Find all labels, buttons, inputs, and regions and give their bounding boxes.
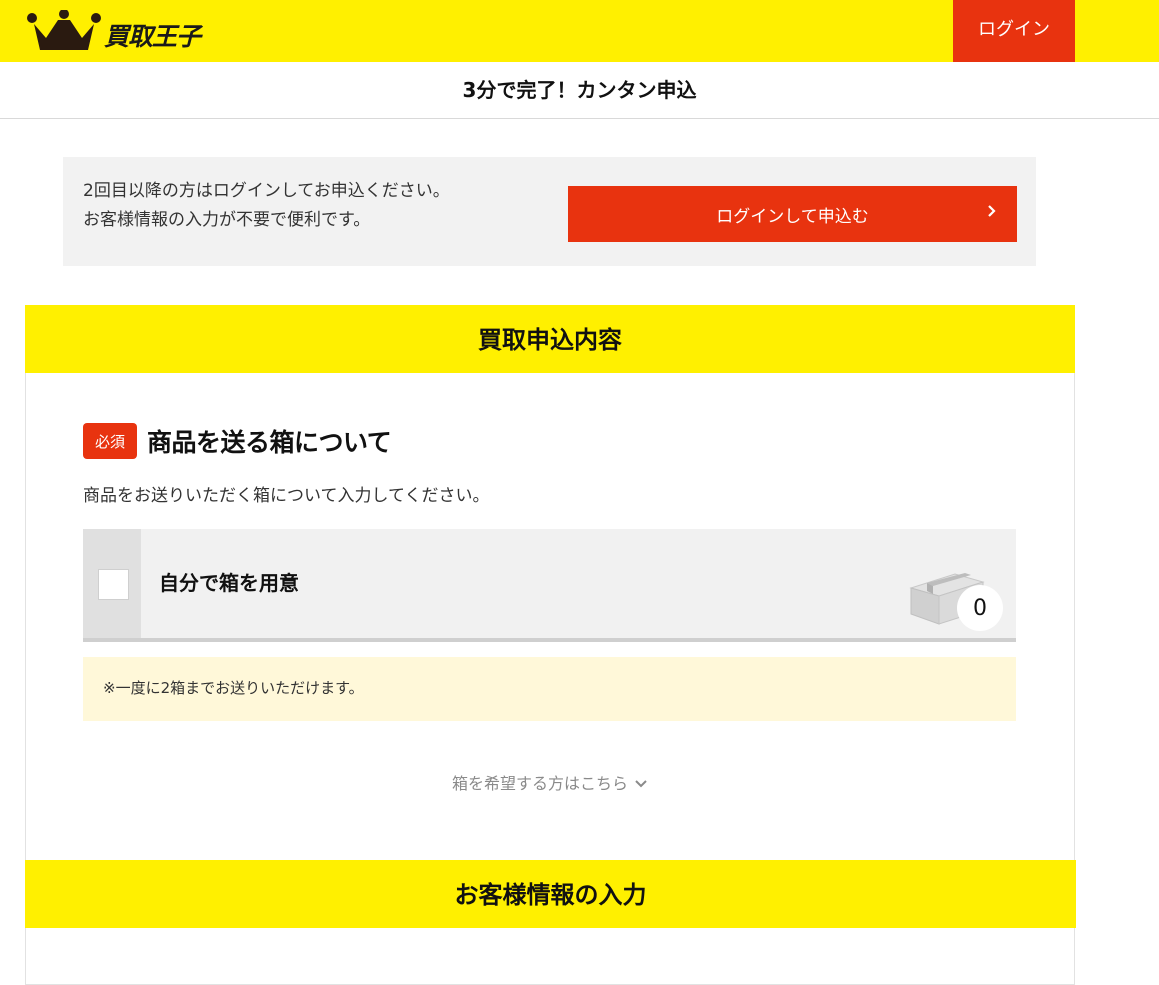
required-badge: 必須 xyxy=(83,423,137,459)
request-box-link[interactable]: 箱を希望する方はこちら xyxy=(0,770,1100,794)
own-box-option[interactable]: 自分で箱を用意 0 xyxy=(83,529,1016,642)
box-section-description: 商品をお送りいただく箱について入力してください。 xyxy=(83,486,490,506)
crown-icon xyxy=(27,10,101,50)
login-button[interactable]: ログイン xyxy=(953,0,1075,62)
box-section-title-row: 必須 商品を送る箱について xyxy=(83,423,392,459)
option-checkbox-area xyxy=(83,529,141,638)
login-prompt-line1: 2回目以降の方はログインしてお申込ください。 xyxy=(83,181,450,201)
chevron-down-icon xyxy=(634,774,648,793)
site-logo[interactable]: 買取王子 xyxy=(26,10,201,54)
login-prompt-text: 2回目以降の方はログインしてお申込ください。 お客様情報の入力が不要で便利です。 xyxy=(83,177,450,235)
section-heading-customer-info: お客様情報の入力 xyxy=(25,860,1076,928)
page-title: 3分で完了！カンタン申込 xyxy=(0,62,1159,119)
own-box-label: 自分で箱を用意 xyxy=(159,571,299,595)
login-prompt-line2: お客様情報の入力が不要で便利です。 xyxy=(83,210,371,230)
request-box-link-text: 箱を希望する方はこちら xyxy=(451,774,628,793)
login-and-apply-button[interactable]: ログインして申込む xyxy=(568,186,1017,242)
box-limit-note: ※一度に2箱までお送りいただけます。 xyxy=(83,657,1016,721)
login-prompt-box: 2回目以降の方はログインしてお申込ください。 お客様情報の入力が不要で便利です。… xyxy=(63,157,1036,266)
chevron-right-icon xyxy=(987,203,997,222)
logo-text: 買取王子 xyxy=(104,22,201,51)
login-and-apply-label: ログインして申込む xyxy=(716,206,869,227)
box-count: 0 xyxy=(957,585,1003,631)
site-header: 買取王子 ログイン xyxy=(0,0,1159,62)
own-box-checkbox[interactable] xyxy=(98,569,129,600)
box-section-title: 商品を送る箱について xyxy=(147,428,392,457)
section-heading-purchase: 買取申込内容 xyxy=(25,305,1075,373)
